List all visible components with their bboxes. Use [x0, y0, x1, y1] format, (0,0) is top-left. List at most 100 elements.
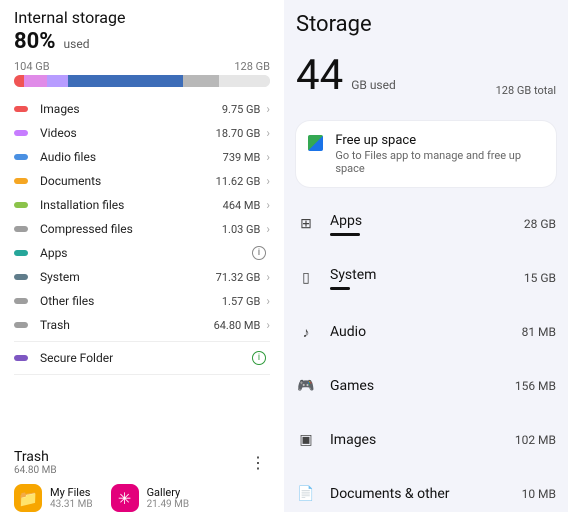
category-label: Apps [40, 246, 252, 260]
category-label: Trash [40, 318, 214, 332]
category-size: 11.62 GB [216, 175, 261, 188]
chevron-right-icon: › [266, 198, 270, 212]
category-color-swatch [14, 106, 28, 112]
free-up-space-sub: Go to Files app to manage and free up sp… [335, 149, 544, 175]
category-icon: ▯ [296, 270, 316, 286]
category-label: Images [330, 432, 501, 448]
category-size: 1.03 GB [222, 223, 261, 236]
usage-segment [183, 75, 219, 87]
category-size: 156 MB [515, 379, 556, 393]
free-up-space-title: Free up space [335, 133, 544, 148]
category-label: Installation files [40, 198, 223, 212]
app-name: My Files [50, 486, 93, 499]
category-label: Audio files [40, 150, 223, 164]
category-color-swatch [14, 130, 28, 136]
storage-total-amount: 128 GB [234, 60, 270, 73]
storage-category-system[interactable]: ▯ System 15 GB [296, 251, 556, 305]
category-label: System [330, 267, 510, 283]
storage-category-apps[interactable]: ⊞Apps28 GB [296, 197, 556, 251]
usage-segment [68, 75, 183, 87]
flower-icon: ✳ [111, 484, 139, 512]
category-size: 739 MB [223, 151, 261, 164]
category-color-swatch [14, 250, 28, 256]
category-icon: ▣ [296, 432, 316, 448]
category-size: 464 MB [223, 199, 261, 212]
storage-category-documents-other[interactable]: 📄Documents & other10 MB [296, 467, 556, 521]
category-row-installation-files[interactable]: Installation files464 MB › [14, 193, 270, 217]
right-category-list: ⊞Apps28 GB▯System15 GB♪Audio81 MB🎮Games1… [296, 197, 556, 521]
storage-used-amount: 104 GB [14, 60, 50, 73]
category-row-documents[interactable]: Documents11.62 GB› [14, 169, 270, 193]
category-label: Audio [330, 324, 508, 340]
chevron-right-icon: › [266, 294, 270, 308]
usage-percent: 80% [14, 29, 56, 54]
category-size: 28 GB [524, 217, 556, 231]
category-label: Images [40, 102, 222, 116]
chevron-right-icon: › [266, 102, 270, 116]
info-icon[interactable]: i [252, 246, 266, 260]
category-icon: ♪ [296, 324, 316, 341]
trash-size: 64.80 MB [14, 465, 57, 476]
category-size: 81 MB [522, 325, 556, 339]
storage-summary: 44 GB used 128 GB total [296, 55, 556, 97]
category-label: Documents & other [330, 486, 508, 502]
category-bar [330, 287, 350, 290]
info-icon[interactable]: i [252, 351, 266, 365]
category-color-swatch [14, 322, 28, 328]
usage-used-label: used [64, 37, 90, 51]
category-row-images[interactable]: Images9.75 GB › [14, 97, 270, 121]
category-row-compressed-files[interactable]: Compressed files1.03 GB› [14, 217, 270, 241]
category-color-swatch [14, 178, 28, 184]
category-label: Videos [40, 126, 216, 140]
category-size: 10 MB [522, 487, 556, 501]
app-size: 43.31 MB [50, 499, 93, 510]
category-size: 15 GB [524, 271, 556, 285]
usage-segment [14, 75, 24, 87]
free-up-space-card[interactable]: Free up space Go to Files app to manage … [296, 121, 556, 187]
storage-title: Storage [296, 12, 556, 37]
storage-total: 128 GB total [496, 84, 556, 97]
usage-segment [47, 75, 67, 87]
category-size: 1.57 GB [222, 295, 261, 308]
category-label: Games [330, 378, 501, 394]
category-row-other-files[interactable]: Other files1.57 GB› [14, 289, 270, 313]
app-name: Gallery [147, 486, 190, 499]
category-row-videos[interactable]: Videos18.70 GB › [14, 121, 270, 145]
category-color-swatch [14, 226, 28, 232]
category-color-swatch [14, 202, 28, 208]
storage-category-audio[interactable]: ♪ Audio 81 MB [296, 305, 556, 359]
category-size: 71.32 GB [216, 271, 261, 284]
folder-icon: 📁 [14, 484, 42, 512]
chevron-right-icon: › [266, 318, 270, 332]
trash-app-my-files[interactable]: 📁 My Files43.31 MB [14, 484, 93, 512]
segmented-usage-bar [14, 75, 270, 87]
category-color-swatch [14, 154, 28, 160]
storage-category-games[interactable]: 🎮Games156 MB [296, 359, 556, 413]
category-color-swatch [14, 355, 28, 361]
category-label: Secure Folder [40, 351, 252, 365]
category-row-system[interactable]: System71.32 GB› [14, 265, 270, 289]
chevron-right-icon: › [266, 126, 270, 140]
right-panel-storage: Storage 44 GB used 128 GB total Free up … [284, 0, 568, 512]
category-row-apps[interactable]: Appsi [14, 241, 270, 265]
category-label: Documents [40, 174, 216, 188]
category-row-trash[interactable]: Trash64.80 MB › [14, 313, 270, 337]
trash-overflow-menu[interactable]: ⋮ [246, 453, 270, 472]
chevron-right-icon: › [266, 150, 270, 164]
trash-apps: 📁My Files43.31 MB✳Gallery21.49 MB [14, 484, 270, 512]
trash-app-gallery[interactable]: ✳Gallery21.49 MB [111, 484, 190, 512]
category-label: System [40, 270, 216, 284]
trash-section: Trash 64.80 MB ⋮ 📁My Files43.31 MB✳Galle… [14, 449, 270, 512]
category-label: Compressed files [40, 222, 222, 236]
category-list: Images9.75 GB›Videos18.70 GB›Audio files… [14, 97, 270, 379]
category-size: 18.70 GB [216, 127, 261, 140]
category-size: 9.75 GB [222, 103, 261, 116]
category-row-audio-files[interactable]: Audio files739 MB › [14, 145, 270, 169]
usage-percent-row: 80% used [14, 29, 270, 54]
storage-used-unit: GB used [351, 78, 396, 92]
category-size: 64.80 MB [214, 319, 261, 332]
category-row-secure-folder[interactable]: Secure Folderi [14, 346, 270, 370]
storage-category-images[interactable]: ▣Images102 MB [296, 413, 556, 467]
internal-storage-title: Internal storage [14, 8, 270, 27]
category-label: Apps [330, 213, 510, 229]
